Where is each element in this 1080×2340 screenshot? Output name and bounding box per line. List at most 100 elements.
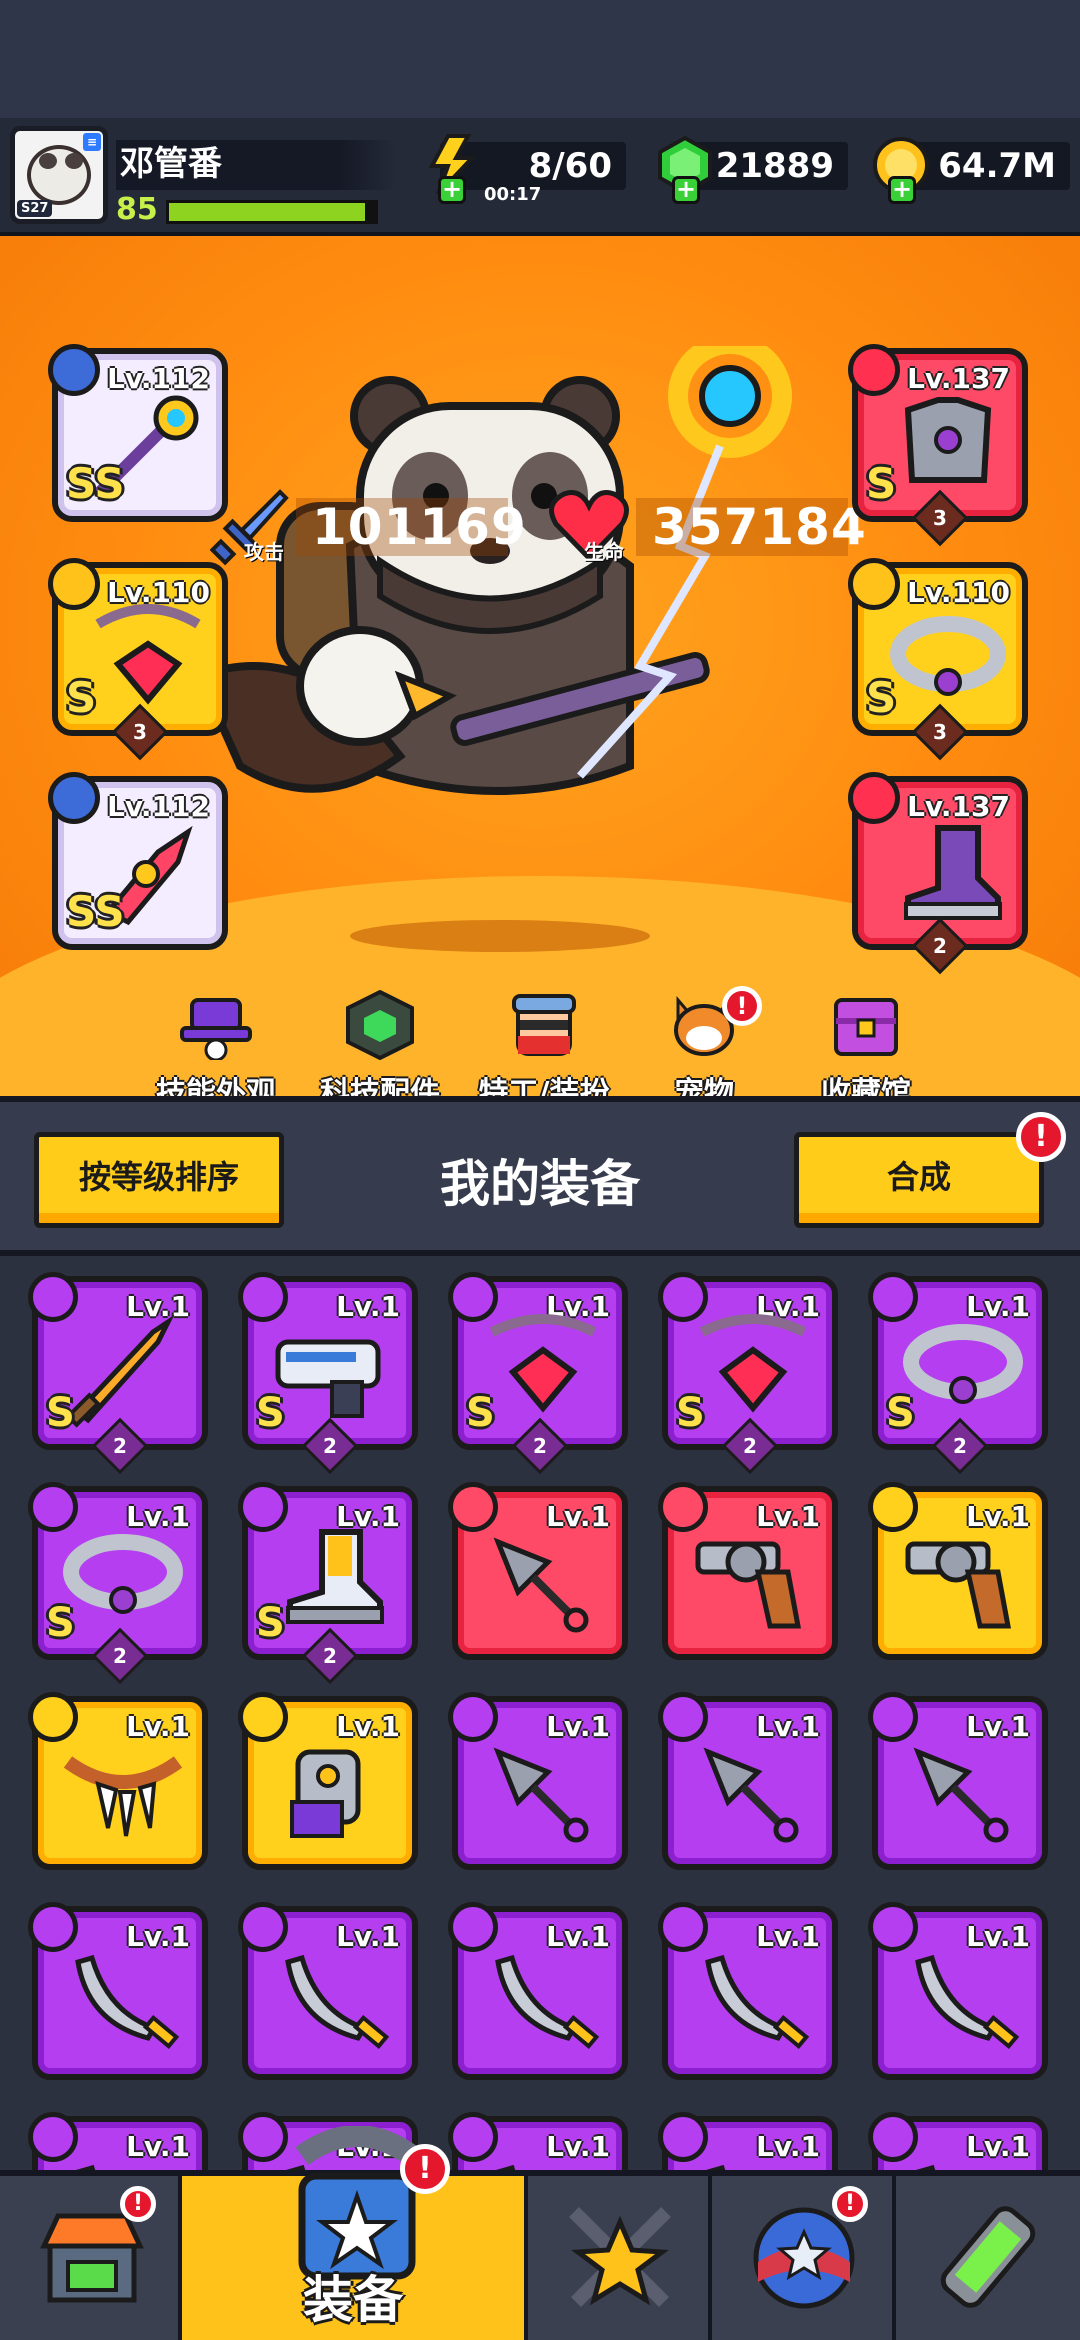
energy-value: 8/60 [528, 146, 612, 186]
revolver-icon [905, 1541, 1012, 1629]
fang-necklace-icon [63, 1756, 183, 1837]
armor-category-icon [848, 344, 900, 396]
equipped-armor-slot[interactable]: Lv.137 S 3 [848, 344, 1028, 547]
shop-icon [40, 2213, 144, 2303]
server-tag: S27 [17, 200, 53, 217]
battle-tab[interactable] [528, 2176, 712, 2340]
inventory-item[interactable]: Lv.1 [868, 1902, 1048, 2080]
inventory-item[interactable]: Lv.1 [868, 1692, 1048, 1870]
menu-tech-parts[interactable]: 科技配件 [300, 989, 460, 1112]
item-grade: S [46, 1390, 75, 1436]
inventory-item[interactable]: Lv.1 [658, 1902, 838, 2080]
equipment-tab[interactable]: ! 装备 [182, 2126, 528, 2340]
inventory-item[interactable]: Lv.1 [658, 2112, 838, 2170]
inventory-item[interactable]: Lv.1 S 2 [658, 1272, 838, 1475]
inventory-item[interactable]: Lv.1 S 2 [238, 1272, 418, 1475]
sort-by-level-button[interactable]: 按等级排序 [34, 1132, 284, 1228]
player-name: 邓管番 [116, 140, 396, 190]
inventory-item[interactable]: Lv.1 [238, 1692, 418, 1870]
kunai-icon [913, 1747, 1009, 1843]
equipped-grade: S [66, 673, 97, 722]
kunai-icon [703, 1747, 799, 1843]
status-strip [0, 0, 1080, 118]
equipped-belt-slot[interactable]: Lv.110 S 3 [848, 558, 1028, 761]
scimitar-icon [495, 1954, 600, 2050]
hp-label: 生命 [584, 540, 624, 564]
item-grade: S [256, 1600, 285, 1646]
belt-icon [63, 1534, 183, 1614]
inventory-grid: Lv.1 S 2 Lv.1 S 2 Lv.1 S 2 Lv.1 S 2 Lv.1 S 2 Lv.1 S 2 Lv.1… [0, 1256, 1080, 2170]
inventory-item[interactable]: Lv.1 [448, 1482, 628, 1660]
edit-badge-icon: ≡ [83, 133, 101, 151]
add-energy-button[interactable]: + [438, 176, 466, 204]
equipped-glove-slot[interactable]: Lv.112 SS [48, 772, 228, 950]
inventory-item[interactable]: Lv.1 [658, 1692, 838, 1870]
inventory-item[interactable]: Lv.1 [28, 2112, 208, 2170]
merge-button[interactable]: 合成 [794, 1132, 1044, 1228]
boots-category-icon [848, 772, 900, 824]
inventory-item[interactable]: Lv.1 [448, 1902, 628, 2080]
attack-label: 攻击 [244, 540, 284, 564]
inventory-item[interactable]: Lv.1 [28, 1692, 208, 1870]
belt-category-icon [848, 558, 900, 610]
inventory-item[interactable]: Lv.1 [868, 2112, 1048, 2170]
gene-tab[interactable] [896, 2176, 1080, 2340]
equipped-weapon-slot[interactable]: Lv.112 SS [48, 344, 228, 522]
inventory-item[interactable]: Lv.1 S 2 [448, 1272, 628, 1475]
belt-icon [903, 1324, 1023, 1404]
equipped-grade: SS [66, 459, 125, 508]
inventory-item[interactable]: Lv.1 [658, 1482, 838, 1660]
item-grade: S [46, 1600, 75, 1646]
kunai-icon [493, 1747, 589, 1843]
menu-skill-appearance[interactable]: 技能外观 [136, 990, 296, 1112]
scimitar-icon [75, 1954, 180, 2050]
item-grade: S [886, 1390, 915, 1436]
item-grade: S [466, 1390, 495, 1436]
inventory-item[interactable]: Lv.1 S 2 [28, 1482, 208, 1685]
scimitar-icon [915, 1954, 1020, 2050]
pets-tab[interactable]: ! [712, 2176, 896, 2340]
menu-collection[interactable]: 收藏馆 [786, 990, 946, 1112]
inventory-item[interactable]: Lv.1 S 2 [238, 1482, 418, 1685]
attack-value: 101169 [296, 498, 526, 556]
xp-fill [169, 203, 365, 221]
player-avatar[interactable]: S27 ≡ [10, 126, 108, 224]
add-coin-button[interactable]: + [888, 176, 916, 204]
menu-agent-skins[interactable]: 特工/装扮 [464, 990, 624, 1112]
gauntlet-icon [290, 1749, 361, 1838]
hat-icon [180, 998, 252, 1062]
equipment-tab-label: 装备 [303, 2271, 403, 2329]
armor-icon [904, 397, 992, 483]
kunai-icon [493, 1537, 589, 1633]
item-grade: S [676, 1390, 705, 1436]
necklace-icon [489, 1314, 597, 1413]
shop-tab[interactable]: ! [0, 2176, 182, 2340]
revolver-icon [695, 1541, 802, 1629]
glove-category-icon [48, 772, 100, 824]
hp-value: 357184 [636, 498, 866, 556]
inventory-item[interactable]: Lv.1 [448, 2112, 628, 2170]
blaster-icon [275, 1339, 381, 1418]
inventory-item[interactable]: Lv.1 [238, 1902, 418, 2080]
scimitar-icon [915, 2164, 936, 2170]
boot-icon [904, 825, 1002, 920]
equipped-necklace-slot[interactable]: Lv.110 S 3 [48, 558, 228, 761]
inventory-item[interactable]: Lv.1 S 2 [28, 1272, 208, 1475]
add-gem-button[interactable]: + [672, 176, 700, 204]
inventory-item[interactable]: Lv.1 [868, 1482, 1048, 1660]
panda-hero-icon [200, 346, 792, 952]
scimitar-icon [285, 1954, 390, 2050]
agent-face-icon [512, 994, 576, 1056]
item-grade: S [256, 1390, 285, 1436]
inventory-item[interactable]: Lv.1 S 2 [868, 1272, 1048, 1475]
merge-notification-badge: ! [1016, 1112, 1066, 1162]
shop-notification-badge: ! [120, 2186, 156, 2222]
inventory-title: 我的装备 [440, 1155, 640, 1213]
inventory-item[interactable]: Lv.1 [448, 1692, 628, 1870]
scimitar-icon [705, 1954, 810, 2050]
inventory-item[interactable]: Lv.1 [28, 1902, 208, 2080]
energy-timer: 00:17 [484, 184, 542, 205]
equipped-boots-slot[interactable]: Lv.137 2 [848, 772, 1028, 975]
gem-value: 21889 [715, 146, 834, 186]
scimitar-icon [75, 2164, 96, 2170]
